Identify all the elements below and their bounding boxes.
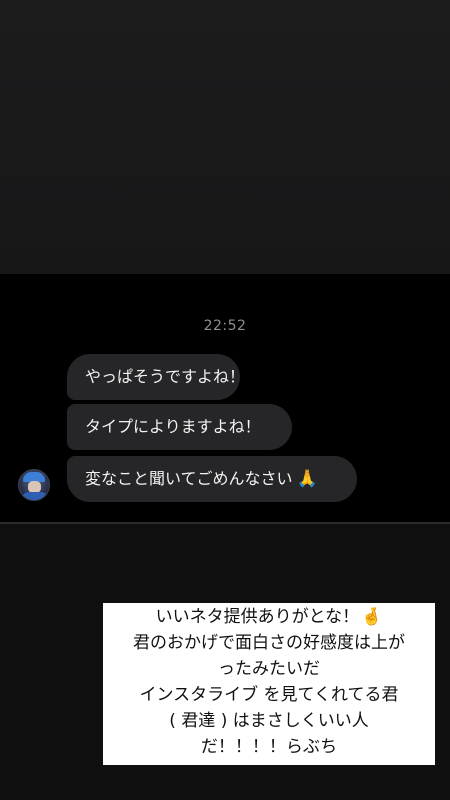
folded-hands-icon: 🙏	[296, 469, 318, 489]
message-bubble[interactable]: 変なこと聞いてごめんなさい 🙏	[67, 456, 357, 502]
profile-avatar-icon[interactable]	[18, 469, 50, 501]
message-bubble[interactable]: タイプによりますよね！	[67, 404, 292, 450]
message-timestamp: 22:52	[203, 318, 247, 334]
avatar-shirt	[21, 492, 49, 500]
caption-line: いいネタ提供ありがとな！ 🤞	[107, 604, 431, 630]
blank-top-area	[0, 0, 450, 274]
caption-line: 君のおかげで面白さの好感度は上が	[133, 633, 405, 653]
crossed-fingers-icon: 🤞	[361, 607, 383, 627]
message-text: やっぱそうですよね！	[85, 367, 246, 386]
message-text: 変なこと聞いてごめんなさい	[85, 469, 293, 488]
caption-line: ったみたいだ	[218, 659, 320, 679]
message-bubble[interactable]: やっぱそうですよね！	[67, 354, 245, 400]
caption-line: だ！！！！らぶち	[200, 737, 338, 757]
caption-line: インスタライブ を見てくれてる君	[139, 685, 399, 705]
caption-line: ( 君達 ) はまさしくいい人	[169, 711, 369, 731]
story-text-caption: いいネタ提供ありがとな！ 🤞 君のおかげで面白さの好感度は上が ったみたいだ イン…	[103, 603, 435, 765]
message-text: タイプによりますよね！	[85, 417, 261, 436]
